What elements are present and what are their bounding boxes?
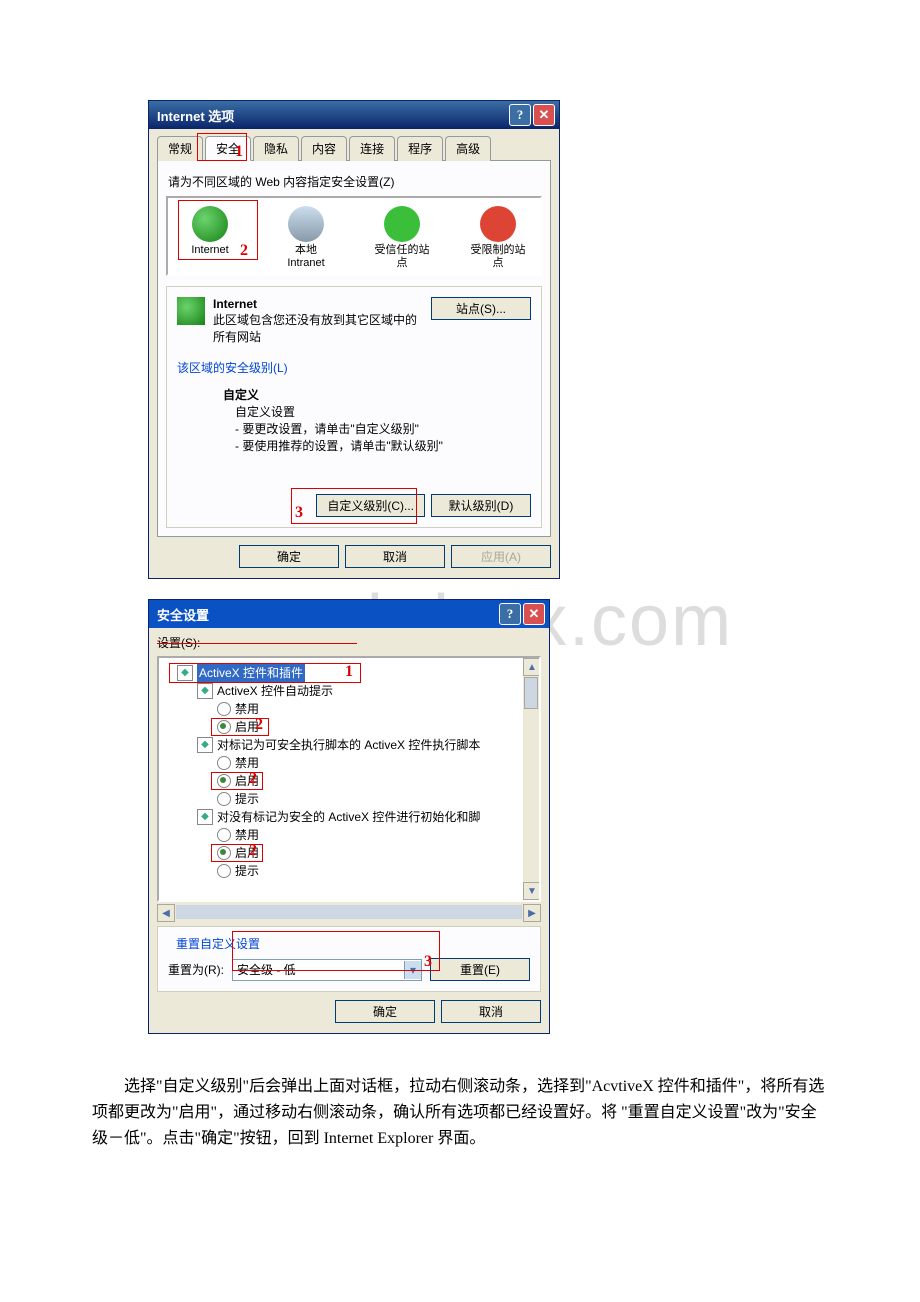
monitor-icon — [288, 206, 324, 242]
radio-disable[interactable]: 禁用 — [163, 754, 535, 772]
scroll-left-icon[interactable]: ◀ — [157, 904, 175, 922]
zone-detail-group: Internet 此区域包含您还没有放到其它区域中的所有网站 站点(S)... … — [166, 286, 542, 528]
instruction-paragraph: 选择"自定义级别"后会弹出上面对话框，拉动右侧滚动条，选择到"AcvtiveX … — [92, 1074, 828, 1152]
zone-name: Internet — [213, 297, 423, 311]
annotation-1: 1 — [235, 143, 243, 161]
help-icon[interactable]: ? — [499, 603, 521, 625]
security-settings-dialog: 安全设置 ? ✕ 设置(S): ◆ActiveX 控件和插件 1 ◆Active… — [148, 599, 550, 1034]
reset-button[interactable]: 重置(E) — [430, 958, 530, 981]
ok-button[interactable]: 确定 — [335, 1000, 435, 1023]
help-icon[interactable]: ? — [509, 104, 531, 126]
horizontal-scrollbar[interactable]: ◀ ▶ — [157, 904, 541, 920]
node-unsafe-init[interactable]: ◆对没有标记为安全的 ActiveX 控件进行初始化和脚 — [163, 808, 535, 826]
scroll-right-icon[interactable]: ▶ — [523, 904, 541, 922]
annotation-2a: 2 — [240, 242, 248, 260]
node-safe-script[interactable]: ◆对标记为可安全执行脚本的 ActiveX 控件执行脚本 — [163, 736, 535, 754]
radio-disable[interactable]: 禁用 — [163, 826, 535, 844]
radio-disable[interactable]: 禁用 — [163, 700, 535, 718]
zone-select-label: 请为不同区域的 Web 内容指定安全设置(Z) — [168, 173, 542, 190]
vertical-scrollbar[interactable]: ▲ ▼ — [523, 658, 539, 900]
gear-icon: ◆ — [197, 737, 213, 753]
radio-prompt[interactable]: 提示 — [163, 790, 535, 808]
custom-sub: 自定义设置 — [235, 403, 531, 420]
zone-list: Internet 本地Intranet 受信任的站点 受限制的站点 2 — [166, 196, 542, 276]
ok-button[interactable]: 确定 — [239, 545, 339, 568]
dialog-title: 安全设置 — [153, 605, 497, 624]
scroll-down-icon[interactable]: ▼ — [523, 882, 541, 900]
internet-options-dialog: Internet 选项 ? ✕ 常规 安全 隐私 内容 连接 程序 高级 1 请… — [148, 100, 560, 579]
zone-intranet[interactable]: 本地Intranet — [271, 206, 341, 270]
radio-enable[interactable]: 启用 2 — [163, 844, 535, 862]
custom-line2: - 要使用推荐的设置，请单击"默认级别" — [235, 437, 531, 454]
annotation-1b: 1 — [345, 663, 353, 681]
cancel-button[interactable]: 取消 — [345, 545, 445, 568]
tab-strip: 常规 安全 隐私 内容 连接 程序 高级 1 — [157, 135, 551, 161]
tab-content[interactable]: 内容 — [301, 136, 347, 161]
cancel-button[interactable]: 取消 — [441, 1000, 541, 1023]
titlebar: 安全设置 ? ✕ — [149, 600, 549, 628]
annotation-3b: 3 — [424, 953, 432, 971]
globe-icon — [177, 297, 205, 325]
radio-enable[interactable]: 启用 2 — [163, 718, 535, 736]
reset-group: 重置自定义设置 重置为(R): 安全级 - 低 ▾ 重置(E) 3 — [157, 926, 541, 992]
titlebar: Internet 选项 ? ✕ — [149, 101, 559, 129]
apply-button[interactable]: 应用(A) — [451, 545, 551, 568]
tab-advanced[interactable]: 高级 — [445, 136, 491, 161]
reset-to-label: 重置为(R): — [168, 961, 224, 978]
radio-prompt[interactable]: 提示 — [163, 862, 535, 880]
security-level-label: 该区域的安全级别(L) — [177, 359, 531, 376]
sites-button[interactable]: 站点(S)... — [431, 297, 531, 320]
tab-connections[interactable]: 连接 — [349, 136, 395, 161]
stop-icon — [480, 206, 516, 242]
dialog-title: Internet 选项 — [153, 106, 507, 125]
zone-restricted[interactable]: 受限制的站点 — [463, 206, 533, 270]
annotation-2b: 2 — [255, 716, 263, 734]
close-icon[interactable]: ✕ — [533, 104, 555, 126]
node-auto-prompt[interactable]: ◆ActiveX 控件自动提示 — [163, 682, 535, 700]
annotation-2d: 2 — [249, 842, 257, 860]
gear-icon: ◆ — [197, 809, 213, 825]
default-level-button[interactable]: 默认级别(D) — [431, 494, 531, 517]
gear-icon: ◆ — [197, 683, 213, 699]
radio-enable[interactable]: 启用 2 — [163, 772, 535, 790]
custom-line1: - 要更改设置，请单击"自定义级别" — [235, 420, 531, 437]
tab-privacy[interactable]: 隐私 — [253, 136, 299, 161]
custom-heading: 自定义 — [223, 386, 531, 403]
zone-trusted[interactable]: 受信任的站点 — [367, 206, 437, 270]
settings-tree[interactable]: ◆ActiveX 控件和插件 1 ◆ActiveX 控件自动提示 禁用 启用 2… — [157, 656, 541, 902]
annotation-3a: 3 — [295, 504, 303, 522]
scroll-up-icon[interactable]: ▲ — [523, 658, 541, 676]
check-icon — [384, 206, 420, 242]
close-icon[interactable]: ✕ — [523, 603, 545, 625]
zone-description: 此区域包含您还没有放到其它区域中的所有网站 — [213, 311, 423, 345]
tab-programs[interactable]: 程序 — [397, 136, 443, 161]
annotation-2c: 2 — [249, 770, 257, 788]
